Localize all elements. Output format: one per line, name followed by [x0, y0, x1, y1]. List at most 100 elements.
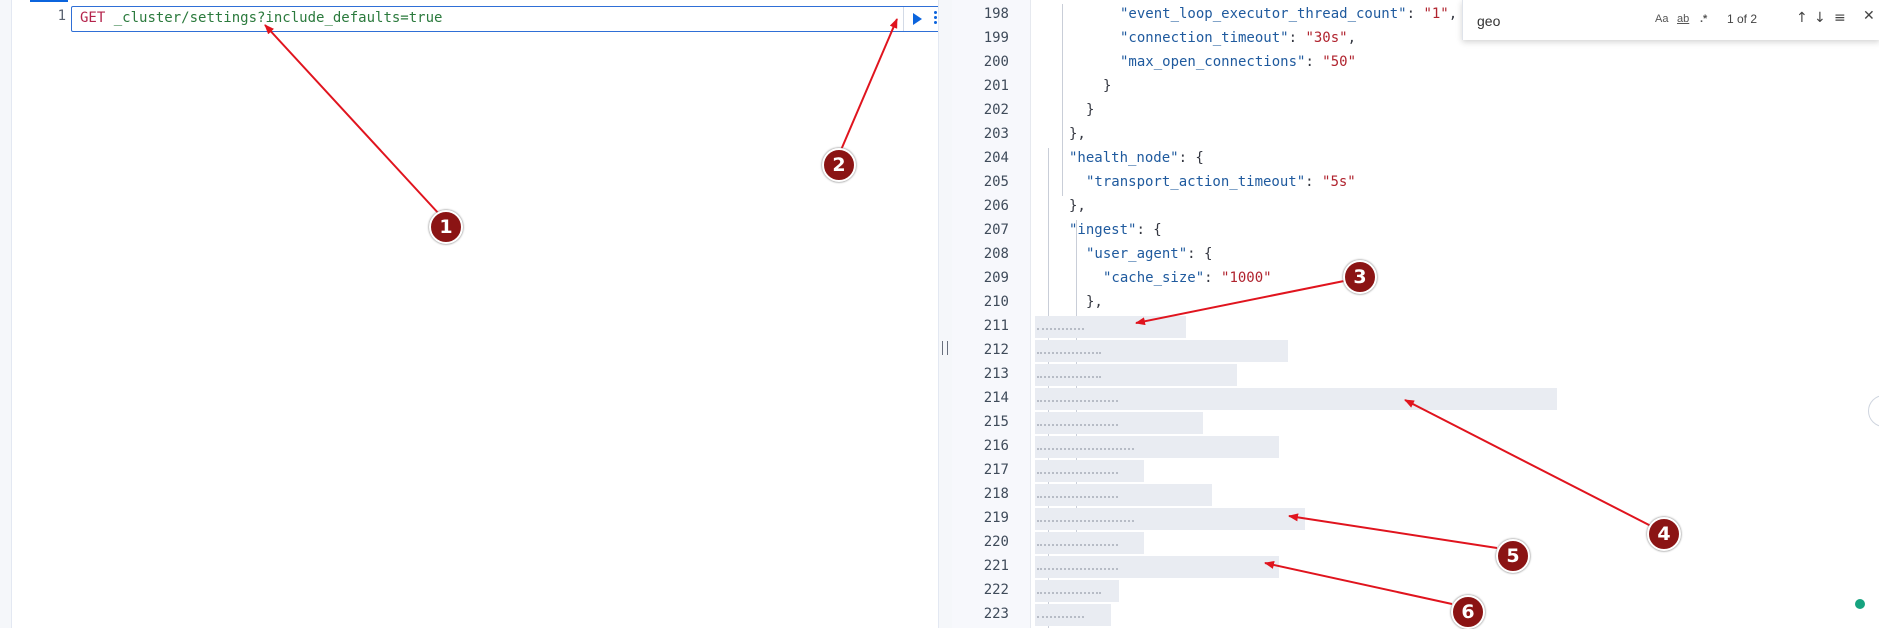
line-number: 212	[983, 342, 1009, 358]
drag-handle-icon[interactable]	[942, 341, 948, 355]
annotation-badge-1: 1	[429, 210, 463, 244]
line-number: 203	[983, 126, 1009, 142]
find-in-selection-icon[interactable]: ≡	[1834, 10, 1846, 26]
code-line[interactable]: }	[1035, 102, 1094, 124]
request-editor[interactable]: 1 GET _cluster/settings?include_defaults…	[12, 0, 949, 628]
match-case-toggle[interactable]: Aa	[1655, 13, 1668, 25]
line-number: 221	[983, 558, 1009, 574]
code-line[interactable]: }	[1035, 78, 1111, 100]
whitespace-marker	[1037, 352, 1101, 355]
code-line[interactable]: "user_agent": {	[1035, 246, 1212, 268]
json-punctuation: :	[1305, 174, 1323, 190]
match-count: 1 of 2	[1727, 12, 1758, 26]
whitespace-marker	[1037, 496, 1118, 499]
json-key: "max_open_connections"	[1120, 54, 1306, 70]
line-number: 217	[983, 462, 1009, 478]
line-number: 210	[983, 294, 1009, 310]
json-punctuation: : {	[1136, 222, 1162, 238]
json-punctuation: ,	[1448, 6, 1458, 22]
line-number: 218	[983, 486, 1009, 502]
json-punctuation: },	[1069, 126, 1086, 142]
selection-highlight	[1035, 340, 1288, 362]
active-tab-indicator	[30, 0, 68, 2]
code-line[interactable]: },	[1035, 126, 1086, 148]
line-number: 205	[983, 174, 1009, 190]
json-key: "event_loop_executor_thread_count"	[1120, 6, 1407, 22]
json-punctuation: :	[1406, 6, 1424, 22]
line-number: 215	[983, 414, 1009, 430]
regex-toggle[interactable]: .*	[1700, 13, 1707, 25]
line-number: 214	[983, 390, 1009, 406]
previous-match-icon[interactable]: ↑	[1796, 10, 1808, 26]
code-line[interactable]: "transport_action_timeout": "5s"	[1035, 174, 1356, 196]
json-punctuation: ,	[1347, 30, 1357, 46]
whitespace-marker	[1037, 376, 1101, 379]
whitespace-marker	[1037, 520, 1134, 523]
json-key: "transport_action_timeout"	[1086, 174, 1306, 190]
selection-highlight	[1035, 316, 1186, 338]
whitespace-marker	[1037, 448, 1134, 451]
whitespace-marker	[1037, 472, 1118, 475]
code-line[interactable]: "max_open_connections": "50"	[1035, 54, 1356, 76]
json-key: "user_agent"	[1086, 246, 1188, 262]
request-path: _cluster/settings?include_defaults=true	[105, 10, 443, 26]
whitespace-marker	[1037, 568, 1118, 571]
json-key: "cache_size"	[1103, 270, 1205, 286]
json-key: "connection_timeout"	[1120, 30, 1289, 46]
find-widget: Aa ab .* 1 of 2 ↑ ↓ ≡ ✕	[1462, 0, 1879, 40]
json-punctuation: :	[1305, 54, 1323, 70]
annotation-badge-2: 2	[822, 148, 856, 182]
play-icon[interactable]	[913, 13, 922, 25]
status-indicator	[1855, 599, 1865, 609]
json-string: "1000"	[1221, 270, 1272, 286]
selection-highlight	[1035, 508, 1305, 530]
code-line[interactable]: },	[1035, 294, 1103, 316]
json-punctuation: : {	[1178, 150, 1204, 166]
line-number: 202	[983, 102, 1009, 118]
selection-highlight	[1035, 604, 1111, 626]
json-string: "5s"	[1322, 174, 1356, 190]
line-number: 1	[57, 8, 66, 24]
line-number: 201	[983, 78, 1009, 94]
json-punctuation: :	[1288, 30, 1306, 46]
whitespace-marker	[1037, 616, 1084, 619]
code-line[interactable]: "health_node": {	[1035, 150, 1204, 172]
left-gutter	[0, 0, 12, 628]
line-number: 207	[983, 222, 1009, 238]
find-input[interactable]	[1475, 8, 1629, 34]
line-number: 216	[983, 438, 1009, 454]
selection-highlight	[1035, 532, 1144, 554]
whitespace-marker	[1037, 424, 1118, 427]
json-punctuation: }	[1086, 102, 1095, 118]
json-punctuation: :	[1204, 270, 1222, 286]
line-number: 208	[983, 246, 1009, 262]
annotation-badge-4: 4	[1647, 517, 1681, 551]
whitespace-marker	[1037, 592, 1101, 595]
json-key: "ingest"	[1069, 222, 1137, 238]
next-match-icon[interactable]: ↓	[1814, 10, 1826, 26]
json-string: "1"	[1423, 6, 1449, 22]
code-line[interactable]: "cache_size": "1000"	[1035, 270, 1272, 292]
whole-word-toggle[interactable]: ab	[1677, 13, 1689, 25]
line-number: 200	[983, 54, 1009, 70]
pane-resizer[interactable]	[938, 0, 953, 628]
code-line[interactable]: "event_loop_executor_thread_count": "1",	[1035, 6, 1457, 28]
annotation-badge-5: 5	[1496, 539, 1530, 573]
whitespace-marker	[1037, 328, 1084, 331]
request-text[interactable]: GET _cluster/settings?include_defaults=t…	[80, 10, 442, 26]
line-number: 199	[983, 30, 1009, 46]
selection-highlight	[1035, 388, 1557, 410]
code-line[interactable]: },	[1035, 198, 1086, 220]
json-punctuation: },	[1069, 198, 1086, 214]
selection-highlight	[1035, 412, 1203, 434]
selection-highlight	[1035, 460, 1144, 482]
response-viewer[interactable]: "event_loop_executor_thread_count": "1",…	[952, 0, 1879, 628]
request-line[interactable]: 1 GET _cluster/settings?include_defaults…	[12, 6, 949, 32]
line-number: 222	[983, 582, 1009, 598]
code-line[interactable]: "ingest": {	[1035, 222, 1162, 244]
request-highlight-box[interactable]: GET _cluster/settings?include_defaults=t…	[71, 6, 949, 32]
annotation-badge-3: 3	[1343, 260, 1377, 294]
close-icon[interactable]: ✕	[1863, 8, 1875, 24]
selection-highlight	[1035, 436, 1279, 458]
code-line[interactable]: "connection_timeout": "30s",	[1035, 30, 1356, 52]
